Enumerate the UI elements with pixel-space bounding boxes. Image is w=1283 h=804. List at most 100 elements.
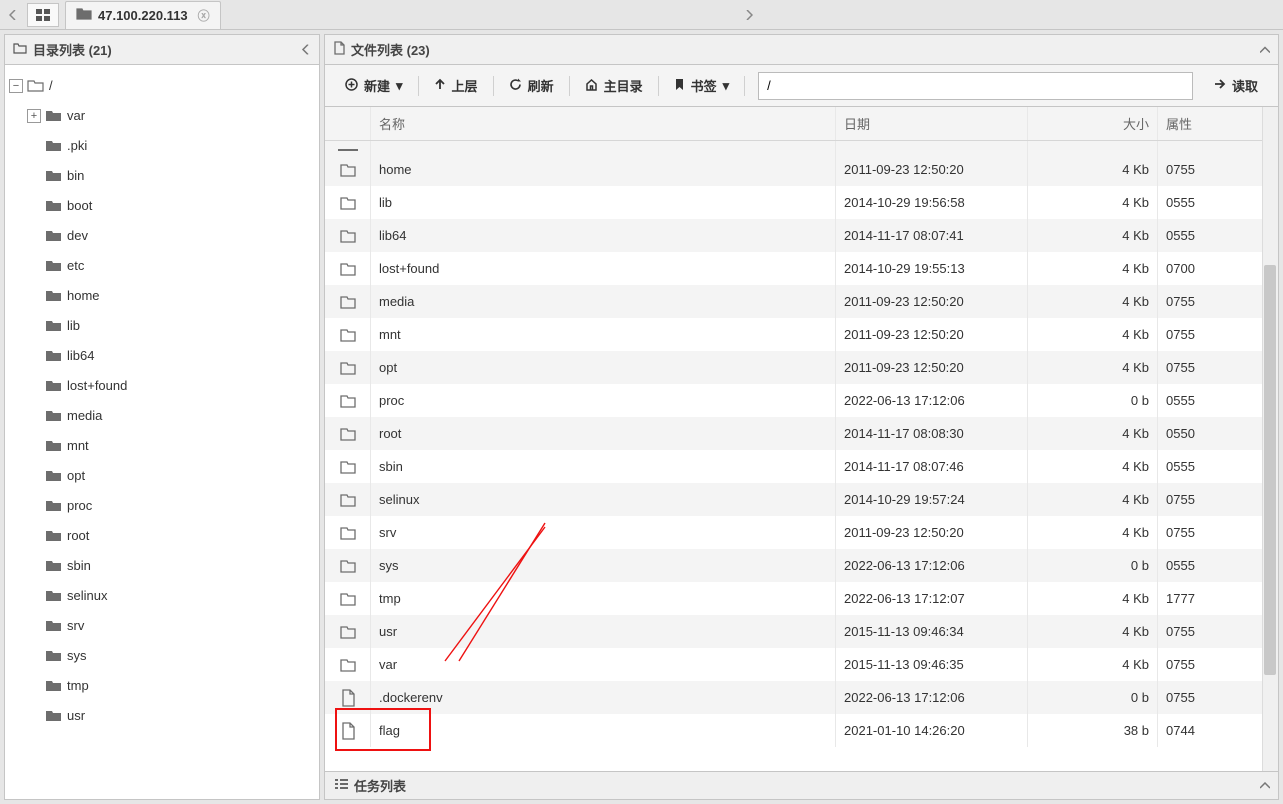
collapse-up-icon[interactable] — [1260, 42, 1270, 57]
collapse-up-icon[interactable] — [1260, 778, 1270, 793]
folder-icon — [45, 289, 63, 303]
tree-item-label: / — [49, 71, 53, 101]
home-button[interactable]: 主目录 — [575, 72, 653, 100]
table-row[interactable]: srv2011-09-23 12:50:204 Kb0755 — [325, 516, 1278, 549]
cell-name: opt — [371, 351, 836, 384]
col-attr[interactable]: 属性 — [1158, 107, 1278, 140]
tree-item[interactable]: sys — [27, 641, 315, 671]
bookmark-button[interactable]: 书签 ▾ — [664, 72, 740, 100]
col-date[interactable]: 日期 — [836, 107, 1028, 140]
table-row[interactable]: usr2015-11-13 09:46:344 Kb0755 — [325, 615, 1278, 648]
file-icon — [325, 714, 371, 747]
table-row[interactable]: proc2022-06-13 17:12:060 b0555 — [325, 384, 1278, 417]
col-size[interactable]: 大小 — [1028, 107, 1158, 140]
table-row[interactable]: sys2022-06-13 17:12:060 b0555 — [325, 549, 1278, 582]
tree-item[interactable]: lib — [27, 311, 315, 341]
tab-grid-icon[interactable] — [27, 3, 59, 27]
tree-item[interactable]: +var — [27, 101, 315, 131]
expander-spacer — [27, 409, 41, 423]
task-panel-title: 任务列表 — [354, 776, 406, 795]
tree-item[interactable]: sbin — [27, 551, 315, 581]
table-row[interactable]: home2011-09-23 12:50:204 Kb0755 — [325, 153, 1278, 186]
col-icon[interactable] — [325, 107, 371, 140]
expander-icon[interactable]: + — [27, 109, 41, 123]
table-row[interactable]: opt2011-09-23 12:50:204 Kb0755 — [325, 351, 1278, 384]
tree-item[interactable]: opt — [27, 461, 315, 491]
refresh-label: 刷新 — [528, 76, 554, 95]
cell-attr: 0755 — [1158, 648, 1278, 681]
table-row[interactable]: lib2014-10-29 19:56:584 Kb0555 — [325, 186, 1278, 219]
expander-spacer — [27, 589, 41, 603]
cell-attr: 0700 — [1158, 252, 1278, 285]
tree-item[interactable]: mnt — [27, 431, 315, 461]
tree-item[interactable]: lost+found — [27, 371, 315, 401]
tree-item[interactable]: tmp — [27, 671, 315, 701]
col-name[interactable]: 名称 — [371, 107, 836, 140]
scrollbar[interactable] — [1262, 107, 1278, 771]
cell-size: 0 b — [1028, 549, 1158, 582]
tree-item-label: proc — [67, 491, 92, 521]
table-row[interactable]: root2014-11-17 08:08:304 Kb0550 — [325, 417, 1278, 450]
folder-icon — [45, 469, 63, 483]
tree-item[interactable]: proc — [27, 491, 315, 521]
tree-item-label: selinux — [67, 581, 107, 611]
tree-item[interactable]: home — [27, 281, 315, 311]
path-input[interactable] — [758, 72, 1193, 100]
tree-item[interactable]: .pki — [27, 131, 315, 161]
tree-item[interactable]: dev — [27, 221, 315, 251]
cell-name: tmp — [371, 582, 836, 615]
table-row[interactable]: flag2021-01-10 14:26:2038 b0744 — [325, 714, 1278, 747]
cell-size: 4 Kb — [1028, 285, 1158, 318]
tab-active[interactable]: 47.100.220.113 ⓧ — [65, 1, 221, 29]
table-row[interactable]: lost+found2014-10-29 19:55:134 Kb0700 — [325, 252, 1278, 285]
table-header: 名称 日期 大小 属性 — [325, 107, 1278, 141]
table-row[interactable]: var2015-11-13 09:46:354 Kb0755 — [325, 648, 1278, 681]
table-row[interactable]: .dockerenv2022-06-13 17:12:060 b0755 — [325, 681, 1278, 714]
cell-name: usr — [371, 615, 836, 648]
close-icon[interactable]: ⓧ — [198, 7, 210, 24]
tab-nav-right-icon[interactable] — [221, 4, 1277, 26]
table-row[interactable]: sbin2014-11-17 08:07:464 Kb0555 — [325, 450, 1278, 483]
cell-size: 4 Kb — [1028, 417, 1158, 450]
table-row[interactable]: tmp2022-06-13 17:12:074 Kb1777 — [325, 582, 1278, 615]
tab-nav-left-icon[interactable] — [2, 4, 24, 26]
cell-attr: 0755 — [1158, 516, 1278, 549]
arrow-right-icon — [1214, 78, 1226, 93]
tree-item[interactable]: selinux — [27, 581, 315, 611]
tree-item[interactable]: root — [27, 521, 315, 551]
up-label: 上层 — [452, 76, 478, 95]
expander-spacer — [27, 229, 41, 243]
plus-icon — [345, 78, 358, 94]
folder-icon — [325, 252, 371, 285]
scrollbar-thumb[interactable] — [1264, 265, 1276, 675]
new-button[interactable]: 新建 ▾ — [335, 72, 413, 100]
cell-date: 2014-10-29 19:56:58 — [836, 186, 1028, 219]
cell-size: 0 b — [1028, 384, 1158, 417]
table-row[interactable]: mnt2011-09-23 12:50:204 Kb0755 — [325, 318, 1278, 351]
tree-item[interactable]: lib64 — [27, 341, 315, 371]
read-button[interactable]: 读取 — [1204, 72, 1268, 100]
tree-item[interactable]: boot — [27, 191, 315, 221]
tree-item[interactable]: srv — [27, 611, 315, 641]
tree-item-root[interactable]: −/ — [9, 71, 315, 101]
table-row[interactable] — [325, 141, 1278, 153]
tree-item[interactable]: media — [27, 401, 315, 431]
up-button[interactable]: 上层 — [424, 72, 488, 100]
task-panel-header[interactable]: 任务列表 — [325, 771, 1278, 799]
separator — [493, 76, 494, 96]
collapse-left-icon[interactable] — [301, 42, 311, 57]
home-label: 主目录 — [604, 76, 643, 95]
tree-item[interactable]: etc — [27, 251, 315, 281]
table-row[interactable]: media2011-09-23 12:50:204 Kb0755 — [325, 285, 1278, 318]
expander-icon[interactable]: − — [9, 79, 23, 93]
directory-tree[interactable]: −/+var.pkibinbootdevetchomeliblib64lost+… — [5, 65, 319, 799]
table-row[interactable]: lib642014-11-17 08:07:414 Kb0555 — [325, 219, 1278, 252]
tree-item[interactable]: bin — [27, 161, 315, 191]
folder-icon — [45, 649, 63, 663]
cell-name: srv — [371, 516, 836, 549]
cell-name: selinux — [371, 483, 836, 516]
table-row[interactable]: selinux2014-10-29 19:57:244 Kb0755 — [325, 483, 1278, 516]
tree-item[interactable]: usr — [27, 701, 315, 731]
file-table[interactable]: 名称 日期 大小 属性 home2011-09-23 12:50:204 Kb0… — [325, 107, 1278, 771]
refresh-button[interactable]: 刷新 — [499, 72, 564, 100]
